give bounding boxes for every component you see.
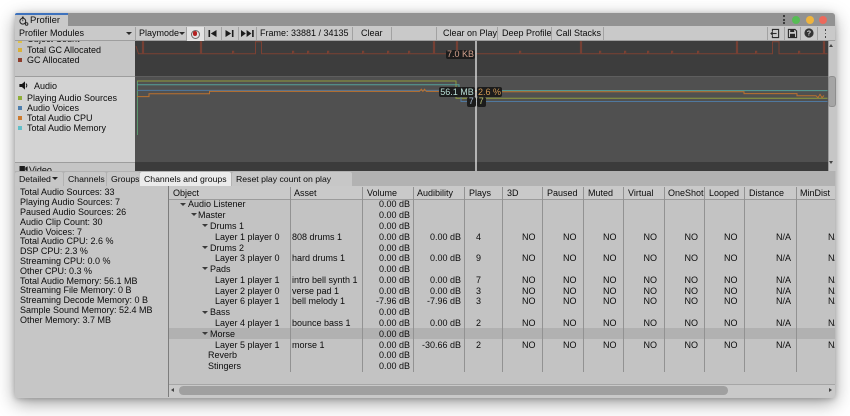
svg-text:?: ? xyxy=(806,29,810,38)
